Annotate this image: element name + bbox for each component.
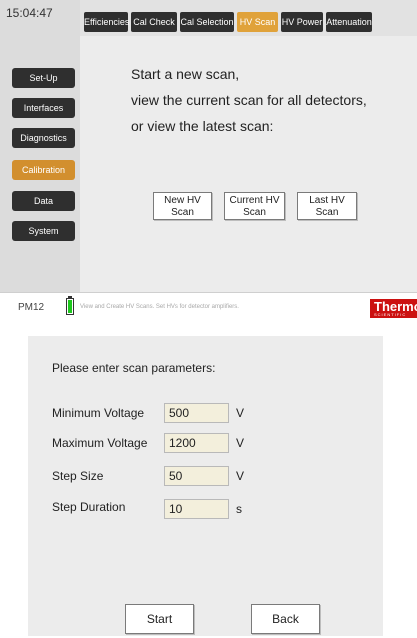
step-size-label: Step Size	[52, 469, 104, 483]
clock: 15:04:47	[6, 6, 53, 20]
intro-line-1: Start a new scan,	[131, 66, 240, 82]
current-hv-scan-button[interactable]: Current HV Scan	[224, 192, 285, 220]
step-size-unit: V	[236, 469, 245, 483]
step-duration-unit: s	[236, 502, 242, 516]
sidebar-item-calibration[interactable]: Calibration	[12, 160, 75, 180]
status-bar: PM12 View and Create HV Scans. Set HVs f…	[0, 292, 417, 320]
scan-parameters-panel	[28, 336, 383, 636]
battery-icon	[66, 298, 74, 315]
last-hv-scan-label-1: Last HV	[309, 195, 345, 206]
sidebar-item-data[interactable]: Data	[12, 191, 75, 211]
new-hv-scan-button[interactable]: New HV Scan	[153, 192, 212, 220]
min-voltage-unit: V	[236, 406, 245, 420]
new-hv-scan-label-2: Scan	[171, 207, 194, 218]
max-voltage-field[interactable]	[164, 433, 229, 453]
current-hv-scan-label-2: Scan	[243, 207, 266, 218]
step-duration-field[interactable]	[164, 499, 229, 519]
thermo-scientific-logo: Thermo SCIENTIFIC	[370, 299, 417, 318]
status-message: View and Create HV Scans. Set HVs for de…	[80, 304, 239, 310]
max-voltage-unit: V	[236, 436, 245, 450]
tab-hv-power[interactable]: HV Power	[281, 12, 323, 32]
step-duration-label: Step Duration	[52, 500, 126, 514]
tab-cal-selection[interactable]: Cal Selection	[180, 12, 234, 32]
tab-attenuation[interactable]: Attenuation	[326, 12, 372, 32]
sidebar: 15:04:47 Set-Up Interfaces Diagnostics C…	[0, 0, 80, 292]
battery-level-fill	[68, 300, 72, 313]
tab-efficiencies[interactable]: Efficiencies	[84, 12, 129, 32]
back-button[interactable]: Back	[251, 604, 320, 634]
sidebar-item-system[interactable]: System	[12, 221, 75, 241]
tab-cal-check[interactable]: Cal Check	[131, 12, 177, 32]
hv-scan-screen: 15:04:47 Set-Up Interfaces Diagnostics C…	[0, 0, 417, 320]
last-hv-scan-label-2: Scan	[315, 207, 339, 218]
logo-subtitle: SCIENTIFIC	[374, 312, 407, 317]
sidebar-item-interfaces[interactable]: Interfaces	[12, 98, 75, 118]
min-voltage-field[interactable]	[164, 403, 229, 423]
intro-line-3: or view the latest scan:	[131, 118, 274, 134]
sidebar-item-setup[interactable]: Set-Up	[12, 68, 75, 88]
last-hv-scan-button[interactable]: Last HV Scan	[297, 192, 357, 220]
max-voltage-label: Maximum Voltage	[52, 436, 148, 450]
tab-hv-scan[interactable]: HV Scan	[237, 12, 278, 32]
current-hv-scan-label-1: Current HV	[229, 195, 280, 206]
start-button[interactable]: Start	[125, 604, 194, 634]
scan-parameters-prompt: Please enter scan parameters:	[52, 361, 216, 375]
min-voltage-label: Minimum Voltage	[52, 406, 145, 420]
sidebar-item-diagnostics[interactable]: Diagnostics	[12, 128, 75, 148]
step-size-field[interactable]	[164, 466, 229, 486]
intro-line-2: view the current scan for all detectors,	[131, 92, 367, 108]
device-id: PM12	[18, 302, 45, 313]
new-hv-scan-label-1: New HV	[164, 195, 201, 206]
